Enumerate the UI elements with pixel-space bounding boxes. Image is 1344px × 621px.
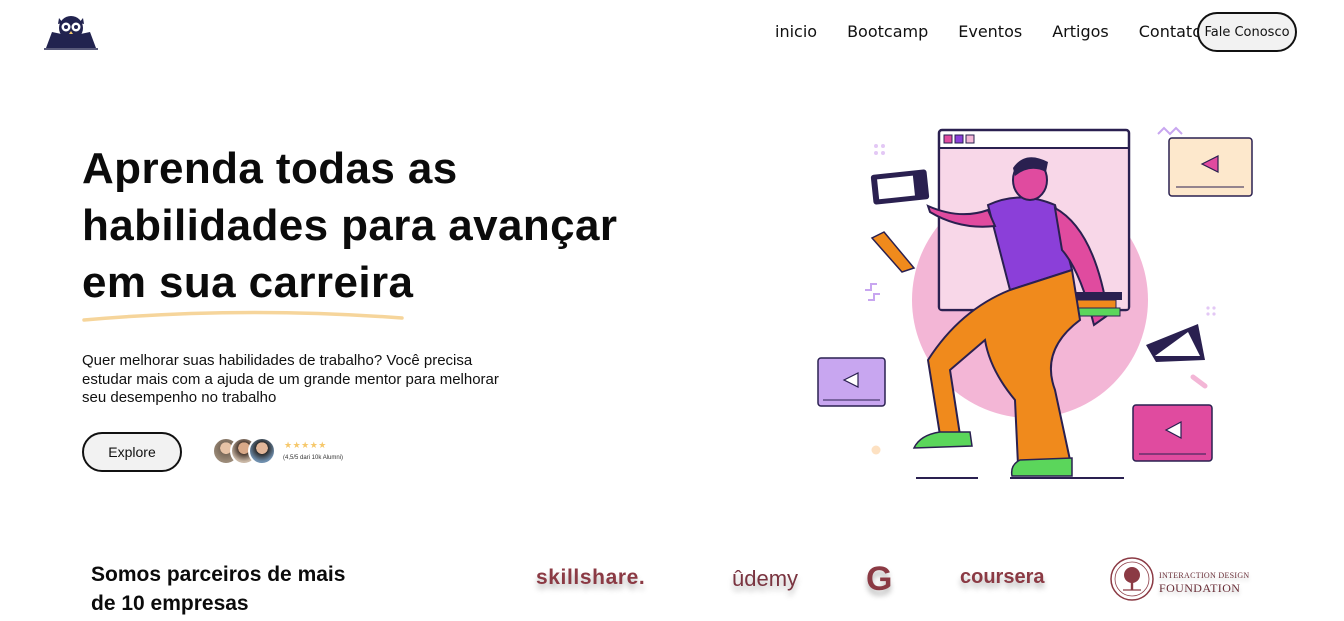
explore-button[interactable]: Explore: [82, 432, 182, 472]
idf-line-2: FOUNDATION: [1159, 581, 1241, 595]
skillshare-logo: skillshare.: [536, 566, 646, 589]
owl-book-logo-icon[interactable]: [44, 12, 98, 50]
interaction-design-foundation-logo: INTERACTION DESIGN FOUNDATION: [1159, 570, 1250, 594]
nav-contato[interactable]: Contato: [1139, 22, 1202, 41]
nav-bootcamp[interactable]: Bootcamp: [847, 22, 928, 41]
partners-title: Somos parceiros de mais de 10 empresas: [91, 563, 346, 615]
hero-subtitle: Quer melhorar suas habilidades de trabal…: [82, 352, 499, 406]
interaction-design-foundation-emblem-icon: [1110, 557, 1154, 601]
nav-eventos[interactable]: Eventos: [958, 22, 1022, 41]
fale-conosco-button[interactable]: Fale Conosco: [1197, 12, 1297, 52]
alumni-avatars: [212, 437, 282, 467]
nav-artigos[interactable]: Artigos: [1052, 22, 1109, 41]
title-underline-decoration: [82, 310, 404, 322]
coursera-logo: coursera: [960, 566, 1045, 588]
rating-stars-icon: ★★★★★: [284, 440, 327, 450]
hero-title: Aprenda todas as habilidades para avança…: [82, 144, 618, 307]
google-logo-icon: G: [866, 560, 893, 598]
main-nav: inicio Bootcamp Eventos Artigos Contato: [775, 22, 1232, 41]
learning-illustration: [817, 126, 1253, 479]
rating-text: (4,5/5 dari 10k Alumni): [283, 455, 344, 461]
udemy-logo: ûdemy: [732, 566, 799, 591]
nav-inicio[interactable]: inicio: [775, 22, 817, 41]
avatar: [248, 437, 276, 465]
